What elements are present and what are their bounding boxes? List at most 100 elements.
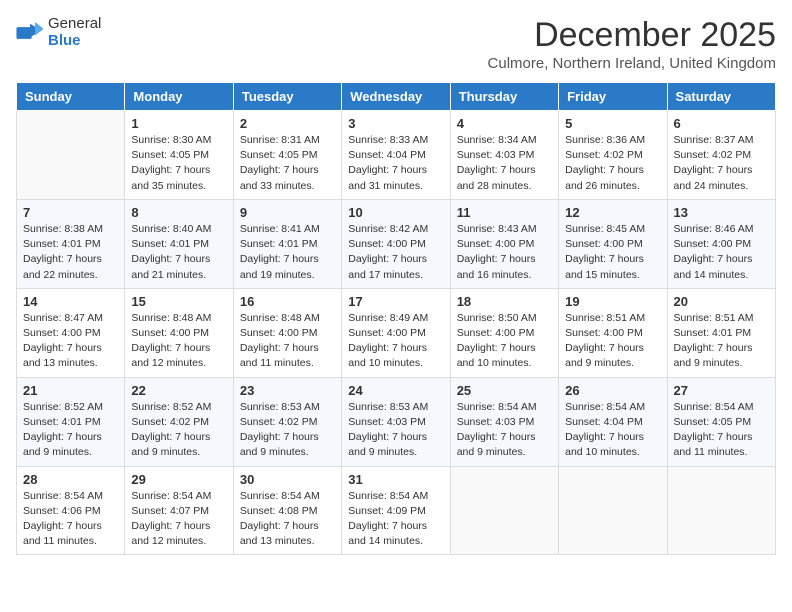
day-info: Sunrise: 8:54 AMSunset: 4:09 PMDaylight:…	[348, 489, 443, 550]
day-number: 6	[674, 116, 769, 131]
calendar-cell: 8 Sunrise: 8:40 AMSunset: 4:01 PMDaylight…	[125, 199, 233, 288]
day-number: 1	[131, 116, 226, 131]
calendar-cell: 12 Sunrise: 8:45 AMSunset: 4:00 PMDayligh…	[559, 199, 667, 288]
day-info: Sunrise: 8:48 AMSunset: 4:00 PMDaylight:…	[240, 311, 335, 372]
calendar-cell: 16 Sunrise: 8:48 AMSunset: 4:00 PMDayligh…	[233, 288, 341, 377]
day-info: Sunrise: 8:38 AMSunset: 4:01 PMDaylight:…	[23, 222, 118, 283]
calendar-cell: 18Sunrise: 8:50 AMSunset: 4:00 PMDayligh…	[450, 288, 558, 377]
calendar-cell: 11 Sunrise: 8:43 AMSunset: 4:00 PMDayligh…	[450, 199, 558, 288]
day-info: Sunrise: 8:40 AMSunset: 4:01 PMDaylight:…	[131, 222, 226, 283]
calendar-week-row: 28 Sunrise: 8:54 AMSunset: 4:06 PMDayligh…	[17, 466, 776, 555]
day-number: 5	[565, 116, 660, 131]
calendar-cell: 23 Sunrise: 8:53 AMSunset: 4:02 PMDayligh…	[233, 377, 341, 466]
day-number: 7	[23, 205, 118, 220]
calendar-cell	[17, 111, 125, 200]
calendar-cell: 25 Sunrise: 8:54 AMSunset: 4:03 PMDayligh…	[450, 377, 558, 466]
calendar-cell: 27 Sunrise: 8:54 AMSunset: 4:05 PMDayligh…	[667, 377, 775, 466]
location-subtitle: Culmore, Northern Ireland, United Kingdo…	[488, 55, 776, 72]
day-number: 21	[23, 383, 118, 398]
calendar-cell: 9 Sunrise: 8:41 AMSunset: 4:01 PMDaylight…	[233, 199, 341, 288]
day-info: Sunrise: 8:54 AMSunset: 4:04 PMDaylight:…	[565, 400, 660, 461]
day-info: Sunrise: 8:42 AMSunset: 4:00 PMDaylight:…	[348, 222, 443, 283]
day-info: Sunrise: 8:43 AMSunset: 4:00 PMDaylight:…	[457, 222, 552, 283]
calendar-cell	[450, 466, 558, 555]
day-number: 2	[240, 116, 335, 131]
day-info: Sunrise: 8:54 AMSunset: 4:03 PMDaylight:…	[457, 400, 552, 461]
day-number: 26	[565, 383, 660, 398]
day-number: 29	[131, 472, 226, 487]
day-number: 4	[457, 116, 552, 131]
day-number: 11	[457, 205, 552, 220]
day-info: Sunrise: 8:47 AMSunset: 4:00 PMDaylight:…	[23, 311, 118, 372]
day-info: Sunrise: 8:36 AMSunset: 4:02 PMDaylight:…	[565, 133, 660, 194]
day-number: 31	[348, 472, 443, 487]
weekday-header-saturday: Saturday	[667, 83, 775, 111]
calendar-cell: 3 Sunrise: 8:33 AMSunset: 4:04 PMDaylight…	[342, 111, 450, 200]
day-info: Sunrise: 8:34 AMSunset: 4:03 PMDaylight:…	[457, 133, 552, 194]
day-number: 19	[565, 294, 660, 309]
calendar-cell: 20 Sunrise: 8:51 AMSunset: 4:01 PMDayligh…	[667, 288, 775, 377]
logo-icon	[16, 22, 44, 44]
day-info: Sunrise: 8:54 AMSunset: 4:06 PMDaylight:…	[23, 489, 118, 550]
page-header: General Blue December 2025 Culmore, Nort…	[16, 16, 776, 72]
day-number: 25	[457, 383, 552, 398]
weekday-header-friday: Friday	[559, 83, 667, 111]
calendar-week-row: 7 Sunrise: 8:38 AMSunset: 4:01 PMDaylight…	[17, 199, 776, 288]
day-number: 8	[131, 205, 226, 220]
day-info: Sunrise: 8:37 AMSunset: 4:02 PMDaylight:…	[674, 133, 769, 194]
weekday-header-tuesday: Tuesday	[233, 83, 341, 111]
calendar-cell: 17Sunrise: 8:49 AMSunset: 4:00 PMDayligh…	[342, 288, 450, 377]
title-block: December 2025 Culmore, Northern Ireland,…	[488, 16, 776, 72]
calendar-cell: 24 Sunrise: 8:53 AMSunset: 4:03 PMDayligh…	[342, 377, 450, 466]
day-number: 30	[240, 472, 335, 487]
calendar-week-row: 21 Sunrise: 8:52 AMSunset: 4:01 PMDayligh…	[17, 377, 776, 466]
day-info: Sunrise: 8:41 AMSunset: 4:01 PMDaylight:…	[240, 222, 335, 283]
day-info: Sunrise: 8:45 AMSunset: 4:00 PMDaylight:…	[565, 222, 660, 283]
day-info: Sunrise: 8:54 AMSunset: 4:05 PMDaylight:…	[674, 400, 769, 461]
day-number: 24	[348, 383, 443, 398]
weekday-header-sunday: Sunday	[17, 83, 125, 111]
day-number: 10	[348, 205, 443, 220]
calendar-week-row: 14 Sunrise: 8:47 AMSunset: 4:00 PMDayligh…	[17, 288, 776, 377]
calendar-cell: 31 Sunrise: 8:54 AMSunset: 4:09 PMDayligh…	[342, 466, 450, 555]
calendar-week-row: 1 Sunrise: 8:30 AMSunset: 4:05 PMDaylight…	[17, 111, 776, 200]
calendar-cell	[559, 466, 667, 555]
day-number: 22	[131, 383, 226, 398]
day-number: 13	[674, 205, 769, 220]
day-number: 27	[674, 383, 769, 398]
day-info: Sunrise: 8:33 AMSunset: 4:04 PMDaylight:…	[348, 133, 443, 194]
day-info: Sunrise: 8:52 AMSunset: 4:02 PMDaylight:…	[131, 400, 226, 461]
day-info: Sunrise: 8:54 AMSunset: 4:08 PMDaylight:…	[240, 489, 335, 550]
day-number: 9	[240, 205, 335, 220]
day-number: 28	[23, 472, 118, 487]
day-info: Sunrise: 8:53 AMSunset: 4:02 PMDaylight:…	[240, 400, 335, 461]
calendar-cell: 1 Sunrise: 8:30 AMSunset: 4:05 PMDaylight…	[125, 111, 233, 200]
day-info: Sunrise: 8:54 AMSunset: 4:07 PMDaylight:…	[131, 489, 226, 550]
calendar-cell: 13Sunrise: 8:46 AMSunset: 4:00 PMDayligh…	[667, 199, 775, 288]
calendar-cell: 19 Sunrise: 8:51 AMSunset: 4:00 PMDayligh…	[559, 288, 667, 377]
day-info: Sunrise: 8:53 AMSunset: 4:03 PMDaylight:…	[348, 400, 443, 461]
day-number: 3	[348, 116, 443, 131]
calendar-cell: 14 Sunrise: 8:47 AMSunset: 4:00 PMDayligh…	[17, 288, 125, 377]
weekday-header-thursday: Thursday	[450, 83, 558, 111]
day-info: Sunrise: 8:51 AMSunset: 4:01 PMDaylight:…	[674, 311, 769, 372]
day-info: Sunrise: 8:30 AMSunset: 4:05 PMDaylight:…	[131, 133, 226, 194]
day-number: 20	[674, 294, 769, 309]
day-number: 23	[240, 383, 335, 398]
day-info: Sunrise: 8:48 AMSunset: 4:00 PMDaylight:…	[131, 311, 226, 372]
calendar-cell: 26 Sunrise: 8:54 AMSunset: 4:04 PMDayligh…	[559, 377, 667, 466]
calendar-cell: 15 Sunrise: 8:48 AMSunset: 4:00 PMDayligh…	[125, 288, 233, 377]
calendar-cell: 21 Sunrise: 8:52 AMSunset: 4:01 PMDayligh…	[17, 377, 125, 466]
day-info: Sunrise: 8:49 AMSunset: 4:00 PMDaylight:…	[348, 311, 443, 372]
day-info: Sunrise: 8:52 AMSunset: 4:01 PMDaylight:…	[23, 400, 118, 461]
day-info: Sunrise: 8:50 AMSunset: 4:00 PMDaylight:…	[457, 311, 552, 372]
day-number: 12	[565, 205, 660, 220]
day-number: 14	[23, 294, 118, 309]
day-number: 16	[240, 294, 335, 309]
day-info: Sunrise: 8:51 AMSunset: 4:00 PMDaylight:…	[565, 311, 660, 372]
calendar-cell: 7 Sunrise: 8:38 AMSunset: 4:01 PMDaylight…	[17, 199, 125, 288]
calendar-cell: 30 Sunrise: 8:54 AMSunset: 4:08 PMDayligh…	[233, 466, 341, 555]
day-info: Sunrise: 8:31 AMSunset: 4:05 PMDaylight:…	[240, 133, 335, 194]
day-number: 15	[131, 294, 226, 309]
calendar-cell: 4 Sunrise: 8:34 AMSunset: 4:03 PMDaylight…	[450, 111, 558, 200]
